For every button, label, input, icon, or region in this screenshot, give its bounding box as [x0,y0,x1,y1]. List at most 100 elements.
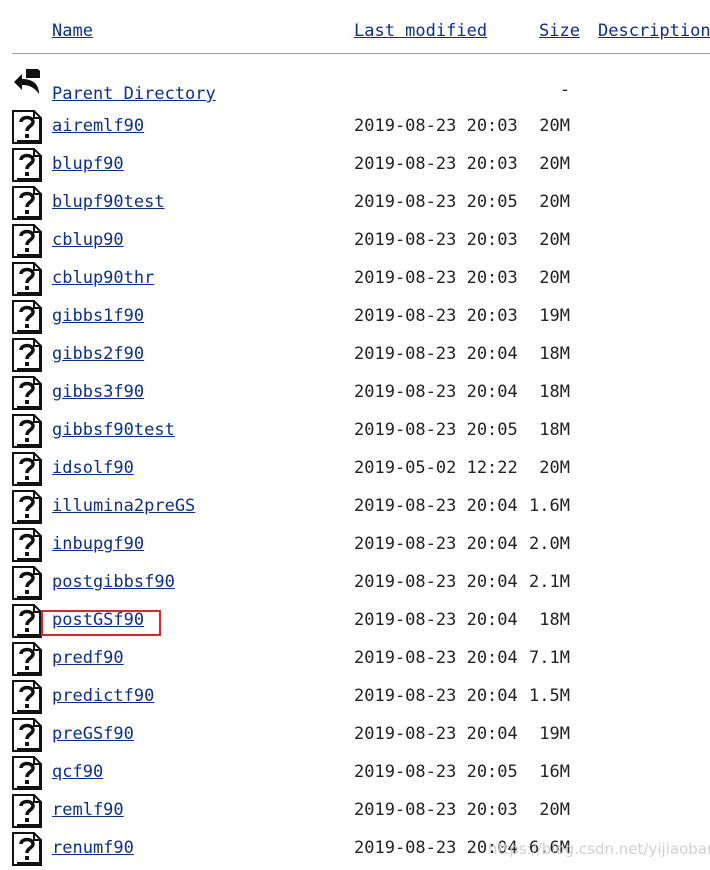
sort-by-modified-link[interactable]: Last modified [354,21,487,41]
file-row: inbupgf90 2019-08-23 20:04 2.0M [0,528,710,564]
file-row: cblup90 2019-08-23 20:03 20M [0,224,710,260]
file-link[interactable]: gibbs3f90 [52,382,144,402]
file-row: qcf90 2019-08-23 20:05 16M [0,756,710,792]
file-modified: 2019-08-23 20:04 [354,534,518,554]
file-modified: 2019-08-23 20:03 [354,800,518,820]
file-modified: 2019-05-02 12:22 [354,458,518,478]
file-modified: 2019-08-23 20:03 [354,230,518,250]
file-link[interactable]: idsolf90 [52,458,134,478]
sort-by-name-link[interactable]: Name [52,21,93,41]
file-row: gibbs2f90 2019-08-23 20:04 18M [0,338,710,374]
unknown-file-icon [12,376,42,410]
file-row: idsolf90 2019-05-02 12:22 20M [0,452,710,488]
file-size: 16M [539,762,570,782]
file-size: 19M [539,306,570,326]
file-modified: 2019-08-23 20:05 [354,762,518,782]
file-modified: 2019-08-23 20:04 [354,382,518,402]
file-size: 19M [539,724,570,744]
file-link[interactable]: illumina2preGS [52,496,195,516]
unknown-file-icon [12,186,42,220]
file-modified: 2019-08-23 20:03 [354,268,518,288]
file-size: 1.6M [529,496,570,516]
unknown-file-icon [12,680,42,714]
file-row: airemlf90 2019-08-23 20:03 20M [0,110,710,146]
unknown-file-icon [12,262,42,296]
file-row: cblup90thr 2019-08-23 20:03 20M [0,262,710,298]
file-modified: 2019-08-23 20:04 [354,572,518,592]
file-link[interactable]: gibbs2f90 [52,344,144,364]
unknown-file-icon [12,718,42,752]
unknown-file-icon [12,756,42,790]
file-link[interactable]: renumf90 [52,838,134,858]
file-link[interactable]: cblup90 [52,230,124,250]
unknown-file-icon [12,110,42,144]
file-size: 20M [539,192,570,212]
unknown-file-icon [12,300,42,334]
file-modified: 2019-08-23 20:04 [354,496,518,516]
unknown-file-icon [12,338,42,372]
unknown-file-icon [12,452,42,486]
file-row: postgibbsf90 2019-08-23 20:04 2.1M [0,566,710,602]
file-size: 20M [539,458,570,478]
file-modified: 2019-08-23 20:04 [354,648,518,668]
file-link[interactable]: preGSf90 [52,724,134,744]
file-link[interactable]: predictf90 [52,686,154,706]
unknown-file-icon [12,224,42,258]
file-link[interactable]: cblup90thr [52,268,154,288]
unknown-file-icon [12,148,42,182]
file-size: 20M [539,230,570,250]
file-link[interactable]: airemlf90 [52,116,144,136]
unknown-file-icon [12,604,42,638]
listing-header: Name Last modified Size Description [0,21,710,45]
file-modified: 2019-08-23 20:03 [354,306,518,326]
file-row: blupf90 2019-08-23 20:03 20M [0,148,710,184]
file-size: 20M [539,268,570,288]
file-link[interactable]: remlf90 [52,800,124,820]
file-link[interactable]: inbupgf90 [52,534,144,554]
file-row: illumina2preGS 2019-08-23 20:04 1.6M [0,490,710,526]
file-size: 18M [539,344,570,364]
highlight-box [41,610,161,636]
file-row: predictf90 2019-08-23 20:04 1.5M [0,680,710,716]
file-size: 18M [539,382,570,402]
file-size: 18M [539,610,570,630]
file-modified: 2019-08-23 20:04 [354,610,518,630]
parent-directory-row: Parent Directory - [0,66,710,104]
file-modified: 2019-08-23 20:03 [354,154,518,174]
file-modified: 2019-08-23 20:03 [354,116,518,136]
file-link[interactable]: postgibbsf90 [52,572,175,592]
file-modified: 2019-08-23 20:05 [354,420,518,440]
file-link[interactable]: blupf90 [52,154,124,174]
unknown-file-icon [12,528,42,562]
sort-by-size-link[interactable]: Size [539,21,580,41]
file-size: 20M [539,116,570,136]
back-arrow-icon [12,66,42,100]
file-size: 20M [539,154,570,174]
file-link[interactable]: predf90 [52,648,124,668]
file-modified: 2019-08-23 20:05 [354,192,518,212]
file-link[interactable]: gibbsf90test [52,420,175,440]
file-row: gibbsf90test 2019-08-23 20:05 18M [0,414,710,450]
parent-directory-size: - [559,80,570,100]
file-size: 18M [539,420,570,440]
file-link[interactable]: qcf90 [52,762,103,782]
file-modified: 2019-08-23 20:04 [354,344,518,364]
file-row: predf90 2019-08-23 20:04 7.1M [0,642,710,678]
unknown-file-icon [12,642,42,676]
file-size: 7.1M [529,648,570,668]
file-link[interactable]: blupf90test [52,192,165,212]
file-link[interactable]: gibbs1f90 [52,306,144,326]
file-size: 2.1M [529,572,570,592]
sort-by-description-link[interactable]: Description [598,21,710,41]
unknown-file-icon [12,794,42,828]
parent-directory-link[interactable]: Parent Directory [52,84,216,104]
header-divider [12,53,710,54]
unknown-file-icon [12,414,42,448]
unknown-file-icon [12,566,42,600]
file-modified: 2019-08-23 20:04 [354,724,518,744]
watermark: https://blog.csdn.net/yijiaobani [488,840,710,858]
file-row: gibbs3f90 2019-08-23 20:04 18M [0,376,710,412]
unknown-file-icon [12,832,42,866]
file-row: blupf90test 2019-08-23 20:05 20M [0,186,710,222]
unknown-file-icon [12,490,42,524]
